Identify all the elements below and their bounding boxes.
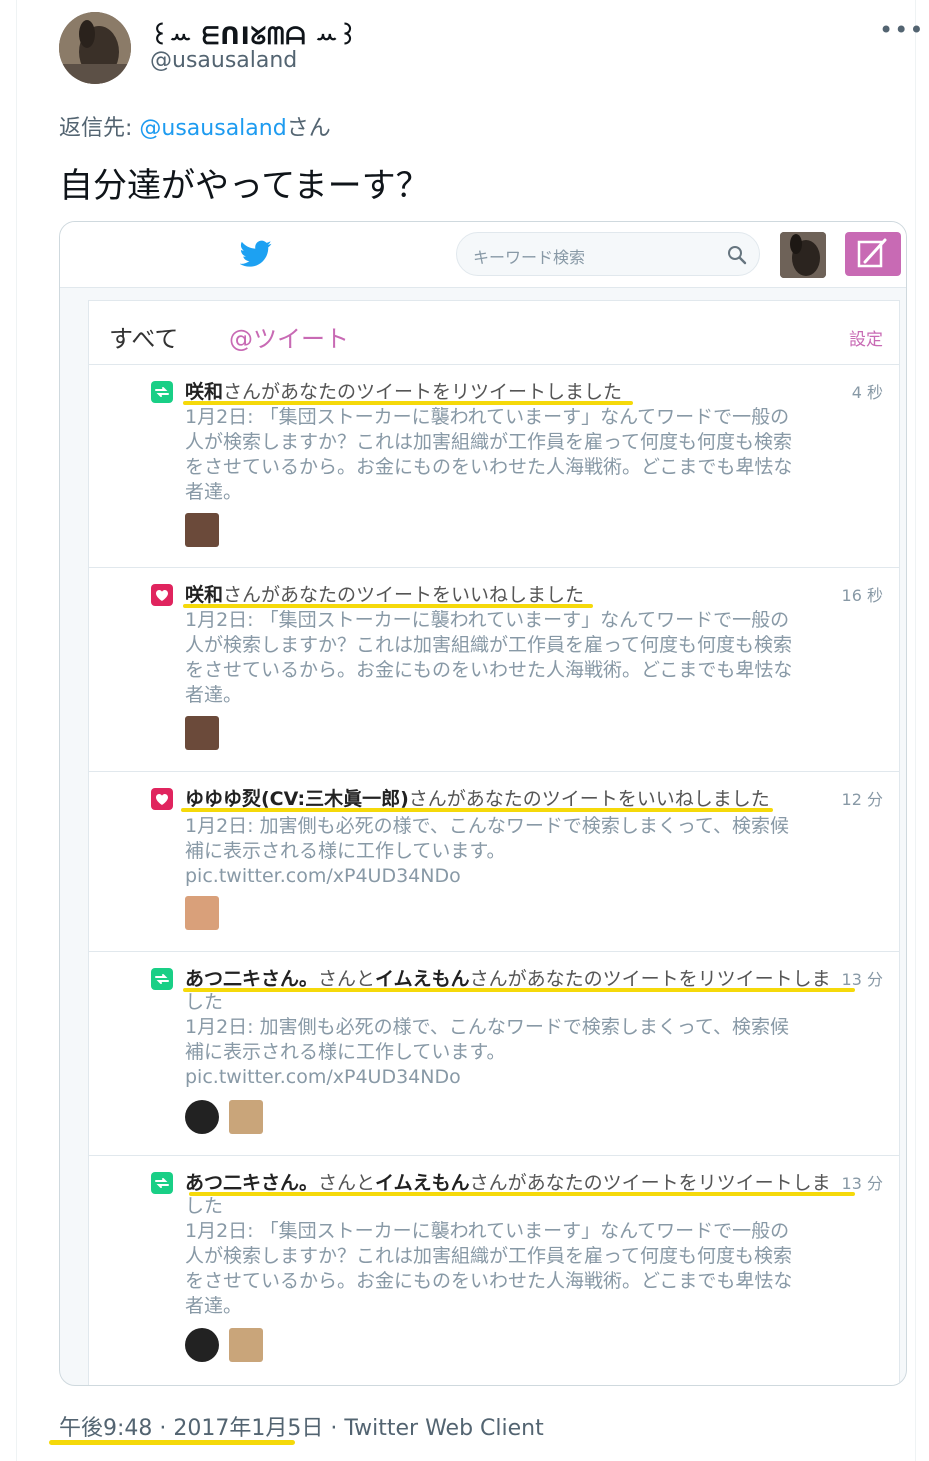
notification-item[interactable]: あつ二キさん。さんとイムえもんさんがあなたのツイートをリツイートしま 13 分 …: [89, 1156, 899, 1385]
notification-time: 13 分: [841, 970, 883, 989]
quoted-tweet-text: した 1月2日: 加害側も必死の様で、こんなワードで検索しまくって、検索候補に表…: [185, 990, 805, 1090]
notification-time: 16 秒: [841, 586, 883, 605]
notification-time: 12 分: [841, 790, 883, 809]
title-wrap-text: した: [185, 991, 224, 1013]
actor-name[interactable]: 咲和: [185, 381, 223, 403]
actor-name[interactable]: あつ二キさん。: [185, 968, 318, 990]
joiner-text: さんと: [318, 1172, 376, 1194]
reply-suffix: さん: [286, 116, 331, 141]
heart-icon: [151, 788, 173, 810]
notification-item[interactable]: ゆゆゆ烮(CV:三木眞一郎)さんがあなたのツイートをいいねしました 12 分 1…: [89, 772, 899, 952]
retweet-icon: [151, 968, 173, 990]
actor-avatar[interactable]: [229, 1328, 263, 1362]
title-wrap-text: した: [185, 1195, 224, 1217]
more-icon[interactable]: •••: [879, 16, 924, 44]
actor-avatar[interactable]: [185, 716, 219, 750]
quoted-tweet-text: 1月2日: 加害側も必死の様で、こんなワードで検索しまくって、検索候補に表示され…: [185, 814, 805, 889]
notification-title: 咲和さんがあなたのツイートをいいねしました: [185, 580, 584, 607]
tab-mentions[interactable]: @ツイート: [229, 319, 349, 354]
settings-link[interactable]: 設定: [849, 325, 883, 350]
quoted-tweet-body: 1月2日: 「集団ストーカーに襲われていまーす」なんてワードで一般の人が検索しま…: [185, 1220, 793, 1317]
actor-avatars: [185, 1100, 273, 1134]
account-avatar[interactable]: [780, 232, 826, 278]
keyword-search-box[interactable]: キーワード検索: [456, 232, 760, 276]
action-text: さんがあなたのツイートをいいねしました: [223, 584, 585, 606]
media-link[interactable]: pic.twitter.com/xP4UD34NDo: [185, 864, 805, 889]
notification-title: ゆゆゆ烮(CV:三木眞一郎)さんがあなたのツイートをいいねしました: [185, 784, 770, 811]
actor-avatars: [185, 1328, 273, 1362]
tweet-card: ꒰ꕀ ᗴᑎIᘜᗰᗩ ꕀ꒱ @usausaland ••• 返信先: @usaus…: [16, 0, 923, 1461]
quoted-tweet-body: 1月2日: 加害側も必死の様で、こんなワードで検索しまくって、検索候補に表示され…: [185, 815, 789, 862]
search-placeholder: キーワード検索: [473, 248, 586, 267]
action-text: さんがあなたのツイートをリツイートしま: [469, 968, 831, 990]
actor-name[interactable]: あつ二キさん。: [185, 1172, 318, 1194]
compose-button[interactable]: [845, 232, 901, 276]
notification-time: 13 分: [841, 1174, 883, 1193]
tweet-timestamp-source[interactable]: 午後9:48 · 2017年1月5日 · Twitter Web Client: [59, 1410, 544, 1442]
heart-icon: [151, 584, 173, 606]
actor-avatars: [185, 896, 229, 930]
tab-all[interactable]: すべて: [109, 319, 178, 354]
actor-name-2[interactable]: イムえもん: [375, 968, 470, 990]
retweet-icon: [151, 1172, 173, 1194]
actor-avatars: [185, 513, 229, 547]
notification-item[interactable]: 咲和さんがあなたのツイートをいいねしました 16 秒 1月2日: 「集団ストーカ…: [89, 568, 899, 772]
retweet-icon: [151, 381, 173, 403]
media-link[interactable]: pic.twitter.com/xP4UD34NDo: [185, 1065, 805, 1090]
notification-title: あつ二キさん。さんとイムえもんさんがあなたのツイートをリツイートしま: [185, 964, 831, 991]
actor-name-2[interactable]: イムえもん: [375, 1172, 470, 1194]
action-text: さんがあなたのツイートをリツイートしま: [469, 1172, 831, 1194]
embedded-topbar: キーワード検索: [60, 222, 906, 288]
actor-avatars: [185, 716, 229, 750]
twitter-bird-icon: [240, 240, 272, 267]
actor-name[interactable]: 咲和: [185, 584, 223, 606]
joiner-text: さんと: [318, 968, 376, 990]
quoted-tweet-text: した 1月2日: 「集団ストーカーに襲われていまーす」なんてワードで一般の人が検…: [185, 1194, 805, 1319]
actor-avatar[interactable]: [185, 896, 219, 930]
actor-avatar[interactable]: [229, 1100, 263, 1134]
notification-time: 4 秒: [851, 383, 883, 402]
actor-avatar[interactable]: [185, 513, 219, 547]
compose-icon: [857, 238, 887, 268]
reply-mention-link[interactable]: @usausaland: [139, 116, 286, 141]
notification-title: 咲和さんがあなたのツイートをリツイートしました: [185, 377, 622, 404]
quoted-tweet-body: 1月2日: 加害側も必死の様で、こんなワードで検索しまくって、検索候補に表示され…: [185, 1016, 789, 1063]
action-text: さんがあなたのツイートをいいねしました: [408, 788, 770, 810]
notifications-panel: すべて @ツイート 設定 咲和さんがあなたのツイートをリツイートしました 4 秒…: [88, 300, 900, 1385]
reply-prefix: 返信先:: [59, 116, 140, 141]
actor-avatar[interactable]: [185, 1100, 219, 1134]
attached-image[interactable]: キーワード検索 すべて @ツイート 設定 咲和さんがあなたのツイートをリツイート…: [59, 221, 907, 1386]
search-icon[interactable]: [727, 245, 747, 265]
author-avatar[interactable]: [59, 12, 131, 84]
author-display-name[interactable]: ꒰ꕀ ᗴᑎIᘜᗰᗩ ꕀ꒱: [150, 18, 358, 50]
action-text: さんがあなたのツイートをリツイートしました: [223, 381, 623, 403]
notification-item[interactable]: あつ二キさん。さんとイムえもんさんがあなたのツイートをリツイートしま 13 分 …: [89, 952, 899, 1156]
author-handle[interactable]: @usausaland: [150, 48, 297, 73]
highlight-underline: [49, 1440, 295, 1445]
notification-title: あつ二キさん。さんとイムえもんさんがあなたのツイートをリツイートしま: [185, 1168, 831, 1195]
highlight-underline: [181, 808, 773, 812]
reply-context: 返信先: @usausalandさん: [59, 110, 331, 142]
actor-name[interactable]: ゆゆゆ烮(CV:三木眞一郎): [185, 788, 409, 810]
notification-item[interactable]: 咲和さんがあなたのツイートをリツイートしました 4 秒 1月2日: 「集団ストー…: [89, 365, 899, 568]
quoted-tweet-text: 1月2日: 「集団ストーカーに襲われていまーす」なんてワードで一般の人が検索しま…: [185, 406, 793, 503]
tweet-text: 自分達がやってまーす？: [59, 166, 430, 206]
quoted-tweet-text: 1月2日: 「集団ストーカーに襲われていまーす」なんてワードで一般の人が検索しま…: [185, 609, 793, 706]
notifications-tabs: すべて @ツイート 設定: [89, 301, 899, 365]
actor-avatar[interactable]: [185, 1328, 219, 1362]
